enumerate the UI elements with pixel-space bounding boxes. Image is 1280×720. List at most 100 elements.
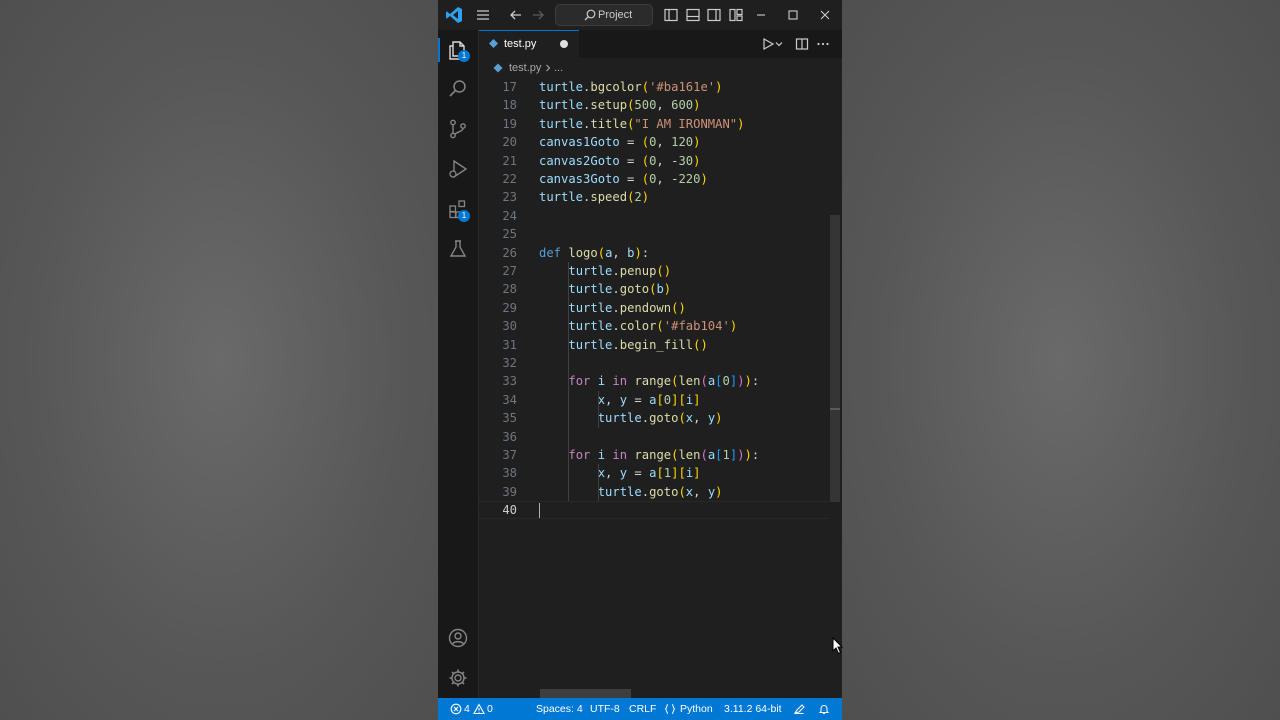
code-line[interactable]: 17 turtle.bgcolor('#ba161e')	[479, 78, 829, 96]
code-token: ]	[693, 466, 701, 481]
breadcrumb: test.py ...	[479, 58, 842, 78]
notifications-bell-icon[interactable]	[818, 703, 830, 715]
code-line[interactable]: 25	[479, 225, 829, 243]
breadcrumb-symbols[interactable]: ...	[554, 58, 563, 78]
unsaved-changes-dot-icon[interactable]	[560, 40, 568, 48]
code-line[interactable]: 23 turtle.speed(2)	[479, 188, 829, 206]
code-line[interactable]: 30 turtle.color('#fab104')	[479, 317, 829, 335]
code-line[interactable]: 38 x, y = a[1][i]	[479, 464, 829, 482]
run-options-chevron-down-icon[interactable]	[774, 36, 784, 52]
code-line[interactable]: 31 turtle.begin_fill()	[479, 336, 829, 354]
code-line[interactable]: 32	[479, 354, 829, 372]
line-number: 24	[502, 208, 517, 223]
encoding-status[interactable]: UTF-8	[590, 698, 620, 720]
explorer-badge: 1	[458, 50, 470, 62]
code-token: for	[568, 448, 591, 462]
tab-label: test.py	[504, 38, 537, 50]
activity-bar: 1 1	[438, 30, 479, 698]
code-line[interactable]: 22 canvas3Goto = (0, -220)	[479, 170, 829, 188]
code-token: 30	[678, 153, 694, 168]
more-actions-icon[interactable]	[815, 36, 831, 52]
code-token: begin_fill	[619, 337, 694, 352]
code-line[interactable]: 39 turtle.goto(x, y)	[479, 483, 829, 501]
command-center-search[interactable]: Project	[555, 4, 653, 26]
breadcrumb-python-icon	[493, 63, 503, 73]
code-token: )	[737, 448, 745, 462]
tab-test-py[interactable]: test.py	[479, 30, 579, 60]
close-icon[interactable]	[816, 6, 834, 24]
indentation-status[interactable]: Spaces: 4	[536, 698, 583, 720]
source-control-icon[interactable]	[447, 118, 469, 140]
code-line[interactable]: 36	[479, 428, 829, 446]
line-number: 32	[502, 356, 517, 370]
code-token: penup	[619, 264, 657, 278]
run-and-debug-icon[interactable]	[447, 158, 469, 180]
maximize-icon[interactable]	[784, 6, 802, 24]
code-line[interactable]: 29 turtle.pendown()	[479, 299, 829, 317]
toggle-panel-icon[interactable]	[684, 6, 702, 24]
code-token: (	[678, 411, 686, 426]
code-line[interactable]: 27 turtle.penup()	[479, 262, 829, 280]
minimize-icon[interactable]	[752, 6, 770, 24]
code-token: goto	[619, 282, 650, 297]
testing-flask-icon[interactable]	[447, 238, 469, 260]
code-line[interactable]: 34 x, y = a[0][i]	[479, 391, 829, 409]
eol-status[interactable]: CRLF	[629, 698, 656, 720]
search-view-icon[interactable]	[447, 78, 469, 100]
indent-guide	[568, 262, 570, 502]
python-interpreter-status[interactable]: 3.11.2 64-bit	[724, 698, 782, 720]
code-line[interactable]: 18 turtle.setup(500, 600)	[479, 96, 829, 114]
toggle-secondary-sidebar-icon[interactable]	[705, 6, 723, 24]
code-token: .	[641, 484, 650, 499]
code-token: len	[678, 448, 701, 462]
code-line[interactable]: 19 turtle.title("I AM IRONMAN")	[479, 115, 829, 133]
toggle-primary-sidebar-icon[interactable]	[662, 6, 680, 24]
vertical-scrollbar[interactable]	[829, 80, 841, 698]
code-line[interactable]: 28 turtle.goto(b)	[479, 280, 829, 298]
forward-arrow-icon[interactable]	[529, 6, 547, 24]
code-line[interactable]: 37 for i in range(len(a[1])):	[479, 446, 829, 464]
menu-icon[interactable]	[474, 6, 492, 24]
code-line[interactable]: 20 canvas1Goto = (0, 120)	[479, 133, 829, 151]
code-text: for i in range(len(a[1])):	[539, 446, 759, 464]
code-token: )	[744, 374, 752, 389]
code-token: 1	[722, 448, 730, 462]
code-token: 500	[634, 98, 657, 113]
code-token: (	[656, 319, 664, 334]
indent-guide	[597, 390, 599, 428]
code-text: turtle.begin_fill()	[539, 336, 707, 354]
language-mode-status[interactable]: Python	[664, 698, 714, 720]
split-editor-icon[interactable]	[794, 36, 810, 52]
indent-guide	[597, 464, 599, 502]
account-icon[interactable]	[447, 627, 469, 649]
text-cursor	[539, 503, 540, 519]
problems-status[interactable]: 4 0	[450, 698, 496, 720]
settings-gear-icon[interactable]	[447, 667, 469, 689]
code-line[interactable]: 40	[479, 501, 829, 520]
code-line[interactable]: 35 turtle.goto(x, y)	[479, 409, 829, 427]
code-editor[interactable]: 17 turtle.bgcolor('#ba161e') 18 turtle.setu…	[479, 78, 842, 698]
back-arrow-icon[interactable]	[507, 6, 525, 24]
vertical-scrollbar-thumb[interactable]	[830, 215, 840, 502]
code-token: goto	[649, 411, 679, 426]
code-token: canvas2Goto	[539, 153, 620, 168]
horizontal-scrollbar-thumb[interactable]	[540, 689, 631, 698]
code-token: (	[678, 484, 686, 499]
code-line[interactable]: 21 canvas2Goto = (0, -30)	[479, 152, 829, 170]
feedback-icon[interactable]	[793, 703, 805, 715]
code-line[interactable]: 24	[479, 207, 829, 225]
code-token: color	[619, 319, 657, 334]
code-line[interactable]: 26 def logo(a, b):	[479, 244, 829, 262]
scrollbar-cursor-marker	[830, 408, 840, 410]
breadcrumb-file[interactable]: test.py	[509, 58, 541, 78]
customize-layout-icon[interactable]	[727, 6, 745, 24]
code-line[interactable]: 33 for i in range(len(a[0])):	[479, 372, 829, 390]
line-number: 38	[502, 466, 517, 481]
code-token: ,	[612, 245, 628, 260]
code-token: )	[693, 135, 701, 150]
code-token: )	[715, 80, 723, 94]
